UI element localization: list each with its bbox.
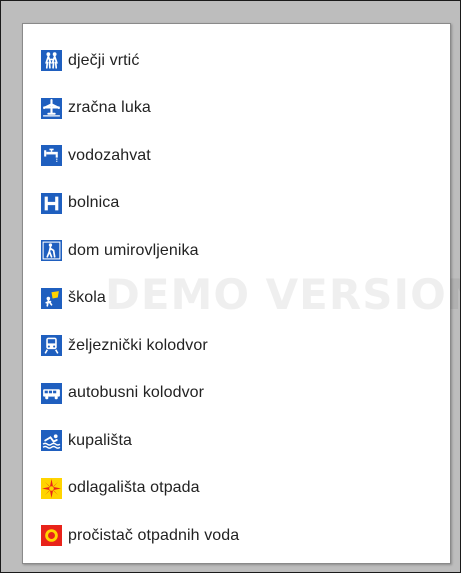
swimming-icon <box>41 430 62 452</box>
window-frame: dječji vrtić zračna luka vodozahvat boln… <box>0 0 461 573</box>
legend-item-airport: zračna luka <box>41 85 239 133</box>
legend-item-bus-station: autobusni kolodvor <box>41 370 239 418</box>
legend-panel: dječji vrtić zračna luka vodozahvat boln… <box>22 23 461 564</box>
school-icon <box>41 287 62 309</box>
legend-label: vodozahvat <box>68 146 151 164</box>
bus-station-icon <box>41 382 62 404</box>
hospital-icon <box>41 192 62 214</box>
legend-label: dom umirovljenika <box>68 241 199 259</box>
legend-item-school: škola <box>41 275 239 323</box>
legend-label: autobusni kolodvor <box>68 384 205 402</box>
legend-list: dječji vrtić zračna luka vodozahvat boln… <box>41 37 239 560</box>
legend-item-railway-station: željeznički kolodvor <box>41 322 239 370</box>
legend-item-water-intake: vodozahvat <box>41 132 239 180</box>
legend-item-retirement-home: dom umirovljenika <box>41 227 239 275</box>
legend-label: pročistač otpadnih voda <box>68 526 240 544</box>
legend-label: škola <box>68 289 106 307</box>
legend-label: odlagališta otpada <box>68 479 200 497</box>
water-intake-icon <box>41 145 62 167</box>
legend-label: bolnica <box>68 194 120 212</box>
airport-icon <box>41 97 62 119</box>
legend-label: zračna luka <box>68 99 151 117</box>
retirement-home-icon <box>41 240 62 262</box>
wastewater-treatment-icon <box>41 525 62 547</box>
legend-item-hospital: bolnica <box>41 180 239 228</box>
legend-item-kindergarten: dječji vrtić <box>41 37 239 85</box>
legend-item-swimming: kupališta <box>41 417 239 465</box>
legend-item-wastewater-treatment: pročistač otpadnih voda <box>41 512 239 560</box>
legend-label: kupališta <box>68 431 133 449</box>
kindergarten-icon <box>41 50 62 72</box>
legend-label: željeznički kolodvor <box>68 336 208 354</box>
legend-item-waste-disposal: odlagališta otpada <box>41 465 239 513</box>
legend-label: dječji vrtić <box>68 51 140 69</box>
waste-disposal-icon <box>41 477 62 499</box>
railway-station-icon <box>41 335 62 357</box>
